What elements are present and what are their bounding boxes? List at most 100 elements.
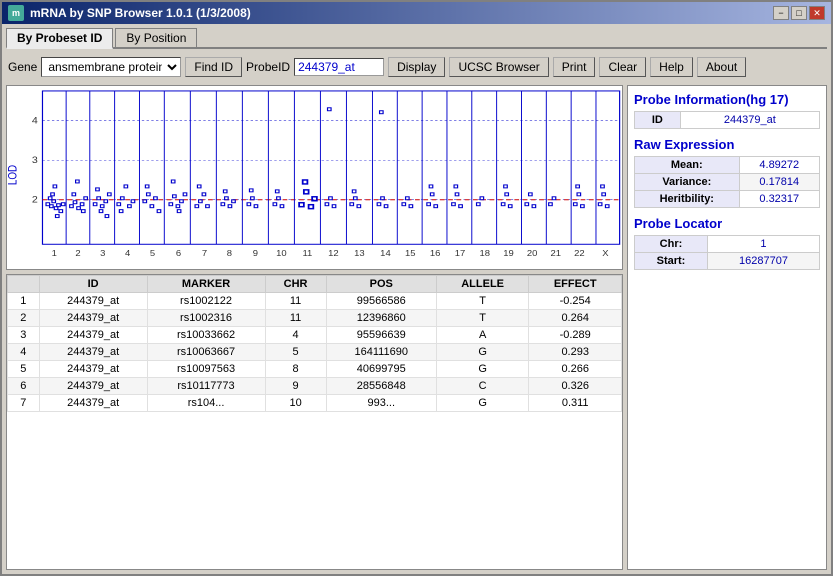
cell-effect: 0.264 (529, 310, 622, 327)
svg-text:21: 21 (551, 249, 562, 258)
cell-pos: 164111690 (326, 344, 436, 361)
cell-allele: G (436, 395, 529, 412)
about-button[interactable]: About (697, 57, 746, 77)
variance-label: Variance: (635, 174, 740, 191)
cell-allele: T (436, 293, 529, 310)
cell-num: 5 (8, 361, 40, 378)
probe-info-table: ID 244379_at (634, 111, 820, 129)
print-button[interactable]: Print (553, 57, 596, 77)
close-button[interactable]: ✕ (809, 6, 825, 20)
cell-effect: 0.293 (529, 344, 622, 361)
chr-value: 1 (707, 236, 819, 253)
cell-num: 6 (8, 378, 40, 395)
svg-text:6: 6 (176, 249, 181, 258)
mean-label: Mean: (635, 157, 740, 174)
table-row[interactable]: 6 244379_at rs10117773 9 28556848 C 0.32… (8, 378, 622, 395)
col-allele: ALLELE (436, 276, 529, 293)
start-value: 16287707 (707, 253, 819, 270)
title-controls: − □ ✕ (773, 6, 825, 20)
cell-chr: 10 (265, 395, 326, 412)
heritability-value: 0.32317 (739, 191, 819, 208)
left-panel: LOD 4 3 2 (6, 85, 623, 570)
svg-text:11: 11 (302, 249, 312, 258)
cell-effect: 0.326 (529, 378, 622, 395)
help-button[interactable]: Help (650, 57, 693, 77)
svg-text:13: 13 (354, 249, 365, 258)
svg-text:5: 5 (150, 249, 155, 258)
raw-expression-title: Raw Expression (634, 137, 820, 152)
probe-input[interactable] (294, 58, 384, 76)
probe-info-title: Probe Information(hg 17) (634, 92, 820, 107)
maximize-button[interactable]: □ (791, 6, 807, 20)
cell-marker: rs1002122 (147, 293, 265, 310)
find-id-button[interactable]: Find ID (185, 57, 242, 77)
ucsc-browser-button[interactable]: UCSC Browser (449, 57, 548, 77)
svg-text:3: 3 (32, 156, 39, 166)
cell-pos: 28556848 (326, 378, 436, 395)
svg-text:1: 1 (52, 249, 57, 258)
probe-locator-title: Probe Locator (634, 216, 820, 231)
cell-num: 2 (8, 310, 40, 327)
cell-effect: -0.254 (529, 293, 622, 310)
table-row[interactable]: 2 244379_at rs1002316 11 12396860 T 0.26… (8, 310, 622, 327)
clear-button[interactable]: Clear (599, 57, 646, 77)
display-button[interactable]: Display (388, 57, 445, 77)
svg-text:15: 15 (405, 249, 416, 258)
svg-text:18: 18 (480, 249, 491, 258)
cell-effect: 0.266 (529, 361, 622, 378)
svg-text:20: 20 (527, 249, 538, 258)
tab-by-probeset-id[interactable]: By Probeset ID (6, 28, 113, 49)
svg-text:4: 4 (32, 116, 39, 126)
cell-id: 244379_at (39, 361, 147, 378)
cell-allele: T (436, 310, 529, 327)
svg-text:2: 2 (32, 195, 38, 205)
minimize-button[interactable]: − (773, 6, 789, 20)
col-marker: MARKER (147, 276, 265, 293)
table-row[interactable]: 1 244379_at rs1002122 11 99566586 T -0.2… (8, 293, 622, 310)
svg-text:4: 4 (125, 249, 130, 258)
probe-label: ProbeID (246, 60, 290, 74)
main-area: LOD 4 3 2 (6, 85, 827, 570)
cell-id: 244379_at (39, 293, 147, 310)
svg-text:7: 7 (202, 249, 207, 258)
cell-effect: -0.289 (529, 327, 622, 344)
cell-pos: 40699795 (326, 361, 436, 378)
cell-id: 244379_at (39, 395, 147, 412)
chart-svg: LOD 4 3 2 (7, 86, 622, 269)
probe-locator-table: Chr: 1 Start: 16287707 (634, 235, 820, 270)
col-pos: POS (326, 276, 436, 293)
cell-pos: 12396860 (326, 310, 436, 327)
svg-text:2: 2 (75, 249, 80, 258)
table-scroll[interactable]: ID MARKER CHR POS ALLELE EFFECT 1 244379 (7, 275, 622, 569)
svg-text:8: 8 (227, 249, 232, 258)
toolbar: Gene ansmembrane protein 16M Find ID Pro… (6, 53, 827, 81)
cell-chr: 11 (265, 293, 326, 310)
table-row[interactable]: 5 244379_at rs10097563 8 40699795 G 0.26… (8, 361, 622, 378)
svg-text:12: 12 (328, 249, 339, 258)
cell-pos: 99566586 (326, 293, 436, 310)
col-id: ID (39, 276, 147, 293)
cell-pos: 993... (326, 395, 436, 412)
cell-marker: rs10033662 (147, 327, 265, 344)
gene-label: Gene (8, 60, 37, 74)
cell-effect: 0.311 (529, 395, 622, 412)
cell-allele: G (436, 344, 529, 361)
content-area: By Probeset ID By Position Gene ansmembr… (2, 24, 831, 574)
tab-by-position[interactable]: By Position (115, 28, 197, 47)
svg-text:19: 19 (503, 249, 514, 258)
table-row[interactable]: 4 244379_at rs10063667 5 164111690 G 0.2… (8, 344, 622, 361)
svg-text:22: 22 (574, 249, 585, 258)
chart-area: LOD 4 3 2 (6, 85, 623, 270)
cell-allele: G (436, 361, 529, 378)
col-effect: EFFECT (529, 276, 622, 293)
cell-marker: rs1002316 (147, 310, 265, 327)
heritability-label: Heritbility: (635, 191, 740, 208)
window-title: mRNA by SNP Browser 1.0.1 (1/3/2008) (30, 6, 251, 20)
table-row[interactable]: 3 244379_at rs10033662 4 95596639 A -0.2… (8, 327, 622, 344)
cell-pos: 95596639 (326, 327, 436, 344)
title-bar-text: m mRNA by SNP Browser 1.0.1 (1/3/2008) (8, 5, 251, 21)
gene-select[interactable]: ansmembrane protein 16M (41, 57, 181, 77)
table-row[interactable]: 7 244379_at rs104... 10 993... G 0.311 (8, 395, 622, 412)
cell-id: 244379_at (39, 378, 147, 395)
cell-marker: rs104... (147, 395, 265, 412)
